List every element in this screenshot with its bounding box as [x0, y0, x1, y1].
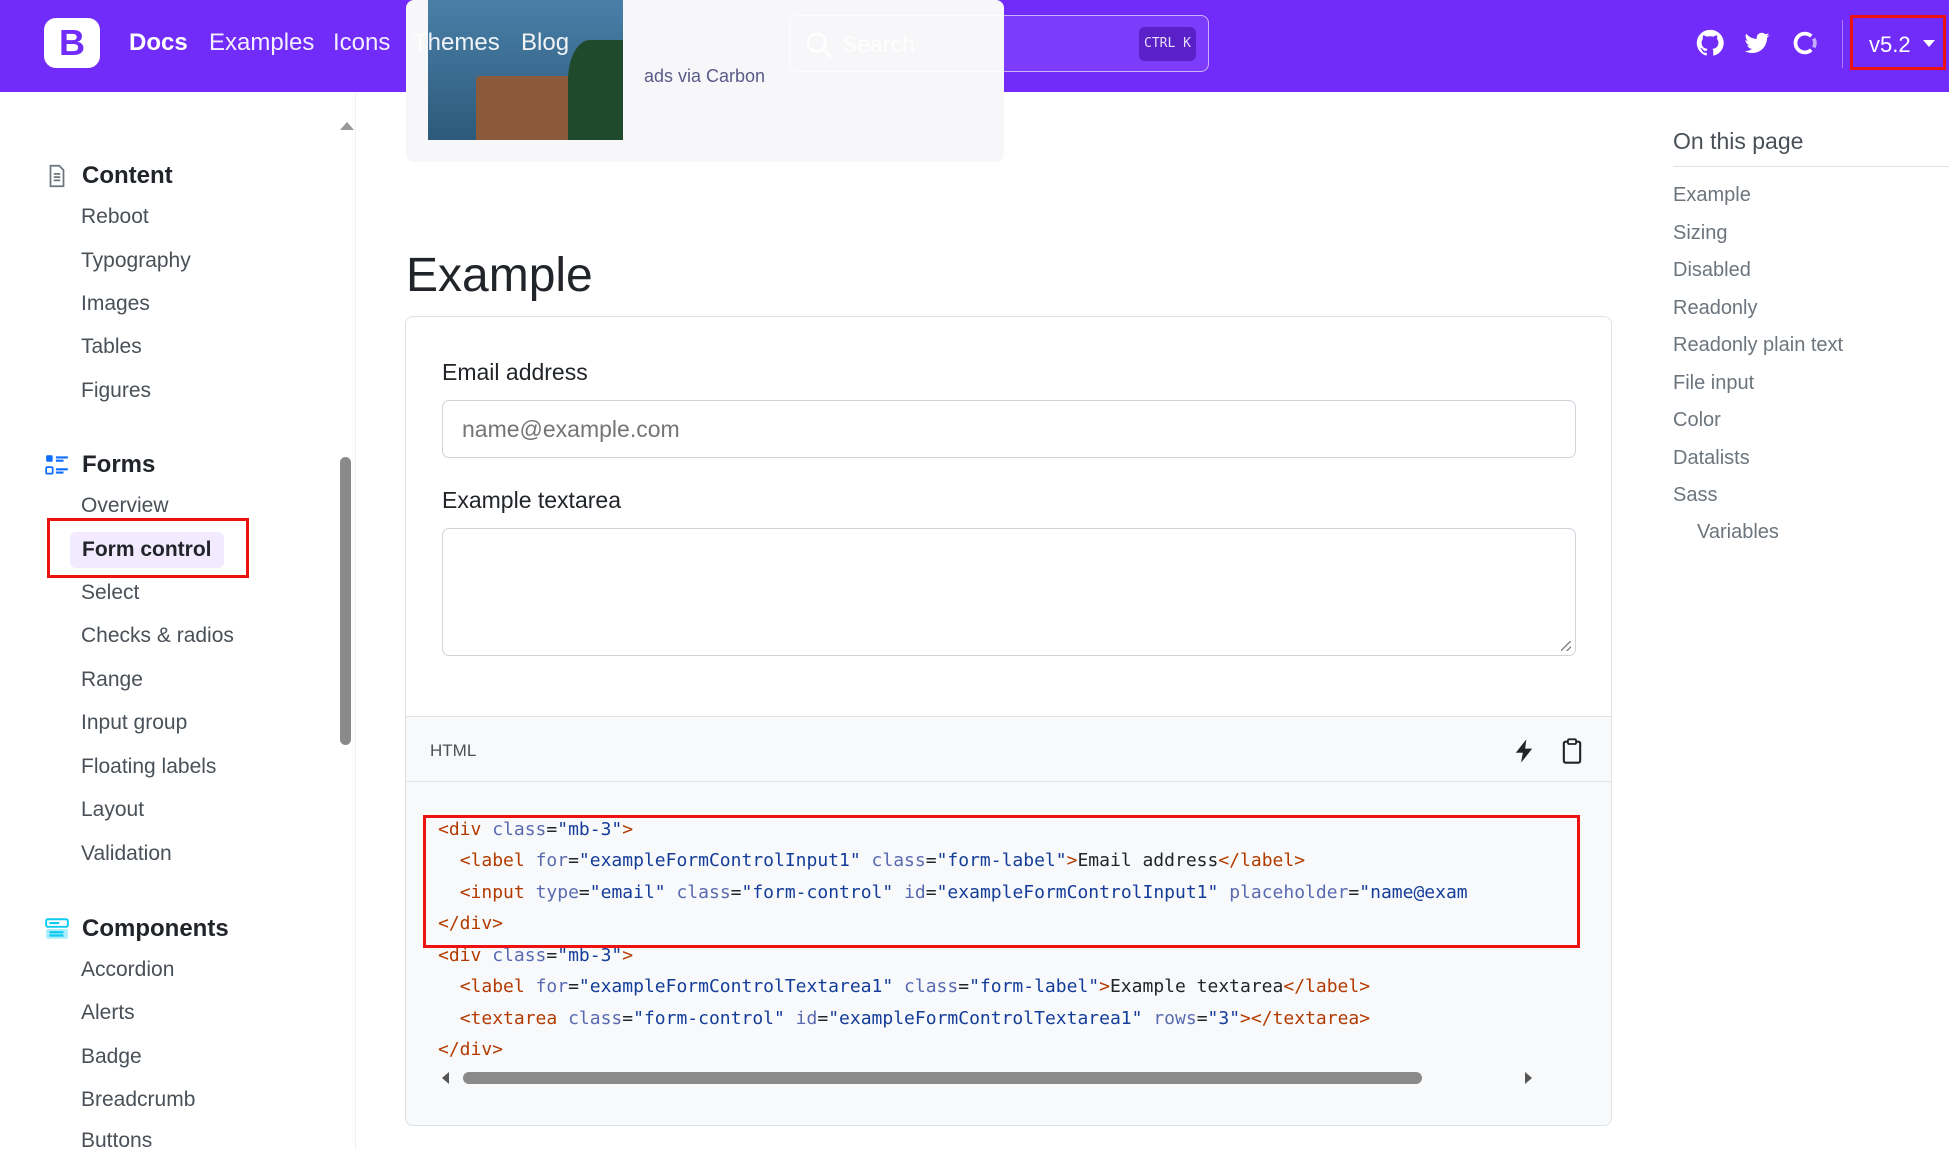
sidebar-item-validation[interactable]: Validation [81, 840, 172, 868]
code-line-8: </div> [438, 1039, 504, 1060]
sidebar-group-title: Content [82, 162, 173, 189]
search-icon [806, 32, 832, 58]
sidebar-item-tables[interactable]: Tables [81, 333, 142, 361]
version-dropdown[interactable]: v5.2 [1850, 15, 1946, 70]
email-label: Email address [442, 359, 588, 385]
bootstrap-logo[interactable]: B [44, 18, 100, 68]
sidebar-item-floating-labels[interactable]: Floating labels [81, 753, 216, 781]
sidebar-divider [355, 92, 356, 1149]
code-line-6: <label for="exampleFormControlTextarea1"… [459, 976, 1371, 997]
code-language-label: HTML [430, 741, 477, 760]
twitter-icon[interactable] [1742, 28, 1772, 58]
scroll-right-arrow[interactable] [1525, 1072, 1532, 1084]
scroll-up-arrow[interactable] [340, 122, 354, 130]
sidebar-item-buttons[interactable]: Buttons [81, 1127, 152, 1149]
email-field[interactable] [442, 400, 1576, 458]
nav-link-themes[interactable]: Themes [413, 28, 500, 58]
sidebar-item-typography[interactable]: Typography [81, 247, 191, 275]
toc-link-sass[interactable]: Sass [1673, 484, 1717, 507]
chevron-down-icon [1923, 40, 1935, 47]
sidebar-item-input-group[interactable]: Input group [81, 709, 187, 737]
nav-link-docs[interactable]: Docs [129, 28, 188, 58]
lightning-icon[interactable] [1510, 737, 1538, 765]
sidebar-group-content: Content [44, 162, 173, 190]
sidebar-item-select[interactable]: Select [81, 579, 139, 607]
menu-button-icon [45, 918, 69, 939]
sidebar-group-title: Forms [82, 451, 156, 478]
toc-link-file-input[interactable]: File input [1673, 372, 1754, 395]
toc-divider [1673, 166, 1949, 167]
search-shortcut-kbd: CTRL K [1139, 27, 1196, 61]
sidebar-item-range[interactable]: Range [81, 666, 143, 694]
toc-link-variables[interactable]: Variables [1697, 521, 1779, 544]
nav-link-blog[interactable]: Blog [521, 28, 569, 58]
scroll-left-arrow[interactable] [442, 1072, 449, 1084]
clipboard-icon[interactable] [1558, 737, 1586, 765]
sidebar-item-layout[interactable]: Layout [81, 796, 144, 824]
toc-link-sizing[interactable]: Sizing [1673, 222, 1727, 245]
textarea-label: Example textarea [442, 487, 621, 513]
sidebar-group-forms: Forms [44, 451, 155, 479]
sidebar-item-figures[interactable]: Figures [81, 377, 151, 405]
resize-handle[interactable] [1561, 641, 1571, 651]
sidebar-item-images[interactable]: Images [81, 290, 150, 318]
code-header: HTML [405, 716, 1612, 782]
file-text-icon [49, 164, 65, 188]
carbon-ad-image[interactable] [428, 0, 623, 140]
sidebar-item-overview[interactable]: Overview [81, 492, 169, 520]
opencollective-icon[interactable] [1790, 28, 1820, 58]
sidebar-item-alerts[interactable]: Alerts [81, 999, 135, 1027]
form-control-highlight [47, 518, 249, 578]
toc-link-disabled[interactable]: Disabled [1673, 259, 1751, 282]
toc-title: On this page [1673, 128, 1804, 154]
code-line-7: <textarea class="form-control" id="examp… [459, 1008, 1371, 1029]
section-heading-example: Example [406, 249, 593, 302]
version-label: v5.2 [1869, 32, 1911, 57]
code-scrollbar-thumb[interactable] [463, 1072, 1422, 1084]
toc-link-color[interactable]: Color [1673, 409, 1721, 432]
search-placeholder: Search [842, 31, 915, 57]
ui-checks-icon [45, 455, 68, 475]
code-horizontal-scrollbar[interactable] [438, 1070, 1532, 1086]
sidebar-group-components: Components [44, 915, 229, 943]
search-button[interactable]: Search CTRL K [789, 15, 1209, 72]
nav-link-examples[interactable]: Examples [209, 28, 314, 58]
github-icon[interactable] [1695, 28, 1725, 58]
nav-link-icons[interactable]: Icons [333, 28, 390, 58]
code-highlight-box [423, 815, 1580, 948]
example-textarea[interactable] [442, 528, 1576, 656]
toc-link-readonly[interactable]: Readonly [1673, 297, 1758, 320]
sidebar-scrollbar-thumb[interactable] [340, 457, 351, 745]
sidebar-item-checks-radios[interactable]: Checks & radios [81, 622, 234, 650]
carbon-ad-credit[interactable]: ads via Carbon [644, 66, 765, 87]
toc-link-readonly-plain-text[interactable]: Readonly plain text [1673, 334, 1843, 357]
sidebar-group-title: Components [82, 915, 229, 942]
top-navbar: ads via Carbon B Docs Examples Icons The… [0, 0, 1949, 162]
sidebar-item-badge[interactable]: Badge [81, 1043, 142, 1071]
toc-link-example[interactable]: Example [1673, 184, 1751, 207]
sidebar-item-accordion[interactable]: Accordion [81, 956, 174, 984]
sidebar-item-breadcrumb[interactable]: Breadcrumb [81, 1086, 195, 1114]
toc-link-datalists[interactable]: Datalists [1673, 447, 1750, 470]
navbar-divider [1842, 20, 1843, 68]
sidebar-item-reboot[interactable]: Reboot [81, 203, 149, 231]
